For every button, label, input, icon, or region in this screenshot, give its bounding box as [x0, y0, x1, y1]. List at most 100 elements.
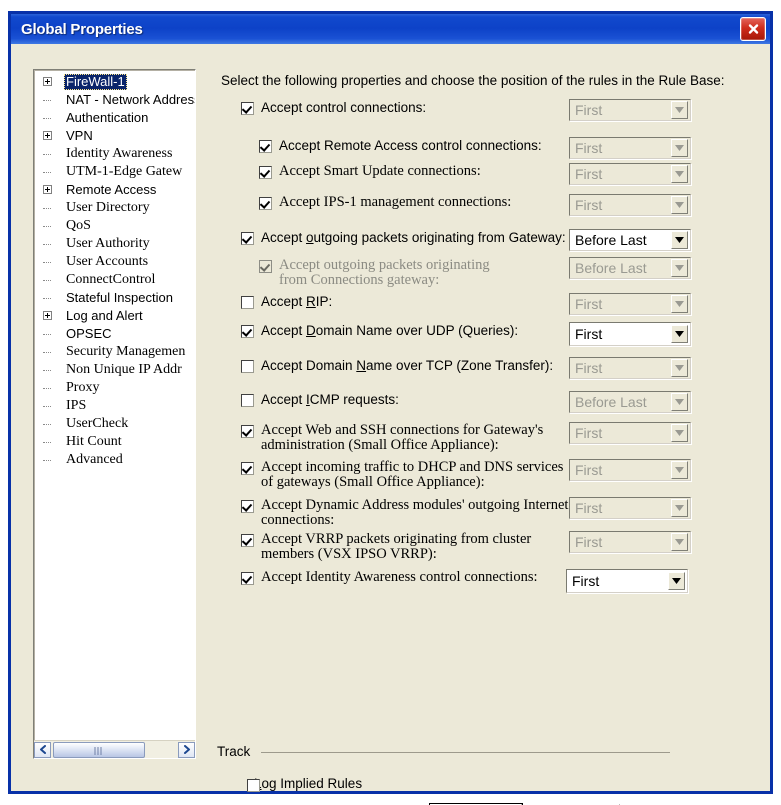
property-checkbox[interactable]	[241, 325, 254, 338]
tree-item-label: Proxy	[66, 380, 100, 395]
tree-item-user-accounts[interactable]: User Accounts	[34, 253, 195, 271]
tree-horizontal-scrollbar[interactable]	[34, 740, 195, 758]
tree-item-remote-access[interactable]: Remote Access	[34, 181, 195, 199]
rule-position-dropdown: Before Last	[569, 391, 691, 413]
tree-item-identity-awareness[interactable]: Identity Awareness	[34, 145, 195, 163]
property-checkbox[interactable]	[241, 462, 254, 475]
expand-plus-icon[interactable]	[43, 311, 52, 320]
tree-item-label: User Accounts	[66, 254, 149, 269]
dropdown-value: First	[575, 296, 603, 312]
property-label: Accept Dynamic Address modules' outgoing…	[261, 497, 569, 528]
chevron-down-icon[interactable]	[671, 231, 688, 249]
track-group-title: Track	[217, 744, 257, 759]
tree-item-log-and-alert[interactable]: Log and Alert	[34, 307, 195, 325]
chevron-down-icon[interactable]	[671, 325, 688, 343]
tree-item-firewall-1[interactable]: FireWall-1	[34, 73, 195, 91]
tree-item-proxy[interactable]: Proxy	[34, 379, 195, 397]
expand-plus-icon[interactable]	[43, 131, 52, 140]
property-checkbox[interactable]	[241, 425, 254, 438]
expand-plus-icon[interactable]	[43, 77, 52, 86]
property-row: Accept outgoing packets originating from…	[211, 229, 758, 255]
close-icon[interactable]	[740, 17, 766, 41]
scrollbar-thumb[interactable]	[53, 741, 145, 758]
chevron-down-icon	[671, 533, 688, 551]
tree-branch-icon	[43, 226, 51, 228]
tree-branch-icon	[43, 280, 51, 282]
property-checkbox[interactable]	[241, 500, 254, 513]
tree-item-label: IPS	[66, 398, 87, 413]
tree-item-connectcontrol[interactable]: ConnectControl	[34, 271, 195, 289]
property-checkbox[interactable]	[241, 534, 254, 547]
rule-position-dropdown: First	[569, 137, 691, 159]
tree-branch-icon	[43, 406, 51, 408]
dropdown-value: First	[575, 534, 603, 550]
property-checkbox[interactable]	[259, 197, 272, 210]
property-row: Accept Web and SSH connections for Gatew…	[211, 422, 758, 453]
tree-item-non-unique-ip-addr[interactable]: Non Unique IP Addr	[34, 361, 195, 379]
rule-position-dropdown[interactable]: Before Last	[569, 229, 691, 251]
tree-branch-icon	[43, 100, 51, 102]
tree-item-advanced[interactable]: Advanced	[34, 451, 195, 469]
log-implied-rules-row[interactable]: Log Implied Rules	[247, 776, 363, 792]
chevron-left-icon[interactable]	[34, 741, 51, 758]
tree-item-label: FireWall-1	[64, 74, 127, 90]
property-checkbox[interactable]	[241, 394, 254, 407]
tree-item-stateful-inspection[interactable]: Stateful Inspection	[34, 289, 195, 307]
property-checkbox[interactable]	[259, 166, 272, 179]
settings-tree-panel: FireWall-1 NAT - Network Address Authentic…	[33, 69, 196, 759]
expand-plus-icon[interactable]	[43, 185, 52, 194]
tree-item-nat-network-address[interactable]: NAT - Network Address	[34, 91, 195, 109]
tree-branch-icon	[43, 208, 51, 210]
tree-item-label: Advanced	[66, 452, 123, 467]
rule-position-dropdown[interactable]: First	[566, 569, 688, 593]
tree-item-security-managemen[interactable]: Security Managemen	[34, 343, 195, 361]
tree-item-opsec[interactable]: OPSEC	[34, 325, 195, 343]
tree-item-label: UTM-1-Edge Gatew	[66, 164, 183, 179]
tree-branch-icon	[43, 352, 51, 354]
tree-item-vpn[interactable]: VPN	[34, 127, 195, 145]
property-label: Accept VRRP packets originating from clu…	[261, 531, 532, 562]
scrollbar-grip-icon	[94, 746, 104, 755]
tree-item-usercheck[interactable]: UserCheck	[34, 415, 195, 433]
property-row: Accept VRRP packets originating from clu…	[211, 531, 758, 562]
window-title: Global Properties	[21, 20, 143, 38]
chevron-down-icon	[671, 295, 688, 313]
scrollbar-track[interactable]	[51, 741, 178, 758]
property-checkbox[interactable]	[241, 572, 254, 585]
dropdown-value: First	[575, 166, 603, 182]
rule-position-dropdown[interactable]: First	[569, 322, 691, 346]
property-checkbox[interactable]	[241, 296, 254, 309]
property-row: Accept incoming traffic to DHCP and DNS …	[211, 459, 758, 490]
property-checkbox[interactable]	[241, 102, 254, 115]
tree-item-user-directory[interactable]: User Directory	[34, 199, 195, 217]
chevron-down-icon	[671, 359, 688, 377]
tree-item-qos[interactable]: QoS	[34, 217, 195, 235]
dropdown-value: First	[575, 462, 603, 478]
title-bar[interactable]: Global Properties	[11, 14, 770, 44]
tree-item-ips[interactable]: IPS	[34, 397, 195, 415]
property-row: Accept control connections: First	[211, 99, 758, 125]
tree-item-authentication[interactable]: Authentication	[34, 109, 195, 127]
log-implied-rules-label: Log Implied Rules	[254, 776, 363, 791]
tree-item-user-authority[interactable]: User Authority	[34, 235, 195, 253]
property-label: Accept ICMP requests:	[261, 392, 399, 407]
chevron-down-icon[interactable]	[668, 572, 685, 590]
tree-item-hit-count[interactable]: Hit Count	[34, 433, 195, 451]
tree-item-utm-1-edge-gatew[interactable]: UTM-1-Edge Gatew	[34, 163, 195, 181]
dialog-body: FireWall-1 NAT - Network Address Authentic…	[11, 44, 770, 805]
chevron-right-icon[interactable]	[178, 741, 195, 758]
property-label: Accept RIP:	[261, 294, 333, 309]
chevron-down-icon	[671, 499, 688, 517]
property-checkbox[interactable]	[259, 140, 272, 153]
property-label: Accept control connections:	[261, 100, 427, 115]
chevron-down-icon	[671, 259, 688, 277]
tree-item-label: OPSEC	[66, 326, 112, 341]
track-group: Track Log Implied Rules	[217, 744, 750, 792]
property-checkbox[interactable]	[241, 360, 254, 373]
property-checkbox[interactable]	[241, 232, 254, 245]
log-implied-rules-checkbox[interactable]	[247, 779, 260, 792]
rule-position-dropdown: First	[569, 293, 691, 315]
tree-branch-icon	[43, 334, 51, 336]
chevron-down-icon	[671, 393, 688, 411]
tree-branch-icon	[43, 298, 51, 300]
